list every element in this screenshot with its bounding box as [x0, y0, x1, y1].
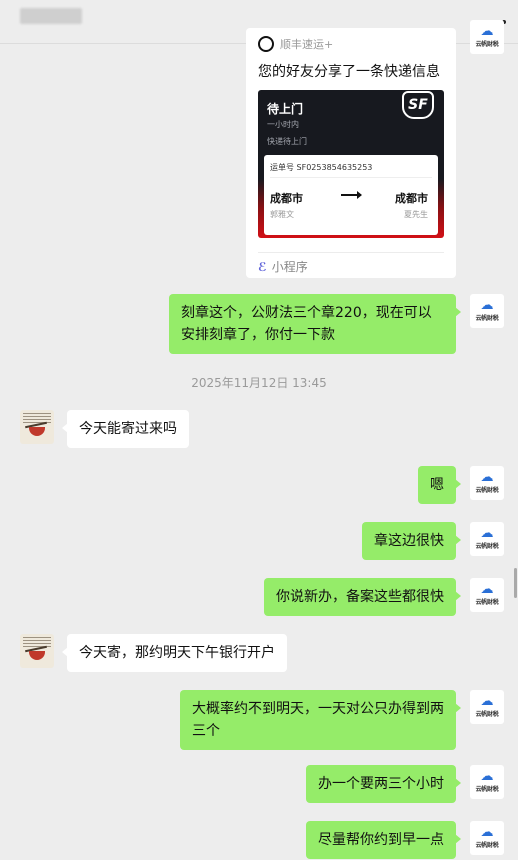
mini-program-icon: ℰ	[258, 259, 267, 274]
message-bubble-outgoing[interactable]: 尽量帮你约到早一点	[306, 821, 461, 859]
sender-name: 郭雅文	[270, 210, 294, 219]
contact-name-blurred	[20, 8, 82, 24]
cloud-icon: ☁	[480, 582, 494, 597]
waybill-number: 运单号 SF0253854635253	[270, 163, 373, 172]
receiver-name: 夏先生	[404, 210, 428, 219]
message-bubble-outgoing[interactable]: 你说新办，备案这些都很快	[264, 578, 461, 616]
status-title: 待上门	[267, 102, 304, 116]
cloud-icon: ☁	[480, 694, 494, 709]
mini-program-label: ℰ 小程序	[258, 259, 308, 275]
avatar[interactable]: ☁ 云帆财税	[470, 522, 504, 556]
arrow-right-icon	[341, 191, 362, 199]
message-bubble-outgoing[interactable]: 刻章这个，公财法三个章220，现在可以安排刻章了，你付一下款	[169, 294, 461, 354]
avatar[interactable]: ☁ 云帆财税	[470, 690, 504, 724]
express-status-image: 待上门 一小时内 快递待上门 SF 运单号 SF0253854635253 成都…	[258, 90, 444, 238]
cloud-icon: ☁	[480, 470, 494, 485]
cloud-icon: ☁	[480, 526, 494, 541]
avatar[interactable]: ☁ 云帆财税	[470, 821, 504, 855]
timestamp: 2025年11月12日 13:45	[191, 376, 327, 390]
scrollbar[interactable]	[514, 568, 517, 598]
message-bubble-incoming[interactable]: 今天能寄过来吗	[62, 410, 189, 448]
divider	[270, 177, 432, 178]
sf-mini-icon	[258, 36, 274, 52]
from-city: 成都市	[270, 192, 303, 205]
card-description: 您的好友分享了一条快递信息	[258, 64, 440, 80]
avatar[interactable]: ☁ 云帆财税	[470, 20, 504, 54]
sf-logo: SF	[402, 91, 434, 119]
message-bubble-outgoing[interactable]: 大概率约不到明天，一天对公只办得到两三个	[180, 690, 461, 750]
status-line-2: 快递待上门	[267, 137, 307, 146]
message-bubble-outgoing[interactable]: 办一个要两三个小时	[306, 765, 461, 803]
avatar[interactable]: ☁ 云帆财税	[470, 578, 504, 612]
cloud-icon: ☁	[480, 769, 494, 784]
waybill-panel: 运单号 SF0253854635253 成都市 成都市 郭雅文 夏先生	[264, 155, 438, 235]
message-bubble-incoming[interactable]: 今天寄，那约明天下午银行开户	[62, 634, 287, 672]
shared-express-card[interactable]: 顺丰速运+ 您的好友分享了一条快递信息 待上门 一小时内 快递待上门 SF 运单…	[246, 28, 456, 278]
avatar[interactable]	[20, 410, 54, 444]
message-bubble-outgoing[interactable]: 嗯	[418, 466, 461, 504]
avatar[interactable]: ☁ 云帆财税	[470, 294, 504, 328]
avatar[interactable]: ☁ 云帆财税	[470, 466, 504, 500]
avatar[interactable]: ☁ 云帆财税	[470, 765, 504, 799]
to-city: 成都市	[395, 192, 428, 205]
cloud-icon: ☁	[480, 298, 494, 313]
message-bubble-outgoing[interactable]: 章这边很快	[362, 522, 461, 560]
cloud-icon: ☁	[480, 24, 494, 39]
avatar[interactable]	[20, 634, 54, 668]
divider	[258, 252, 444, 253]
cloud-icon: ☁	[480, 825, 494, 840]
status-line-1: 一小时内	[267, 120, 299, 129]
card-source: 顺丰速运+	[258, 36, 333, 52]
